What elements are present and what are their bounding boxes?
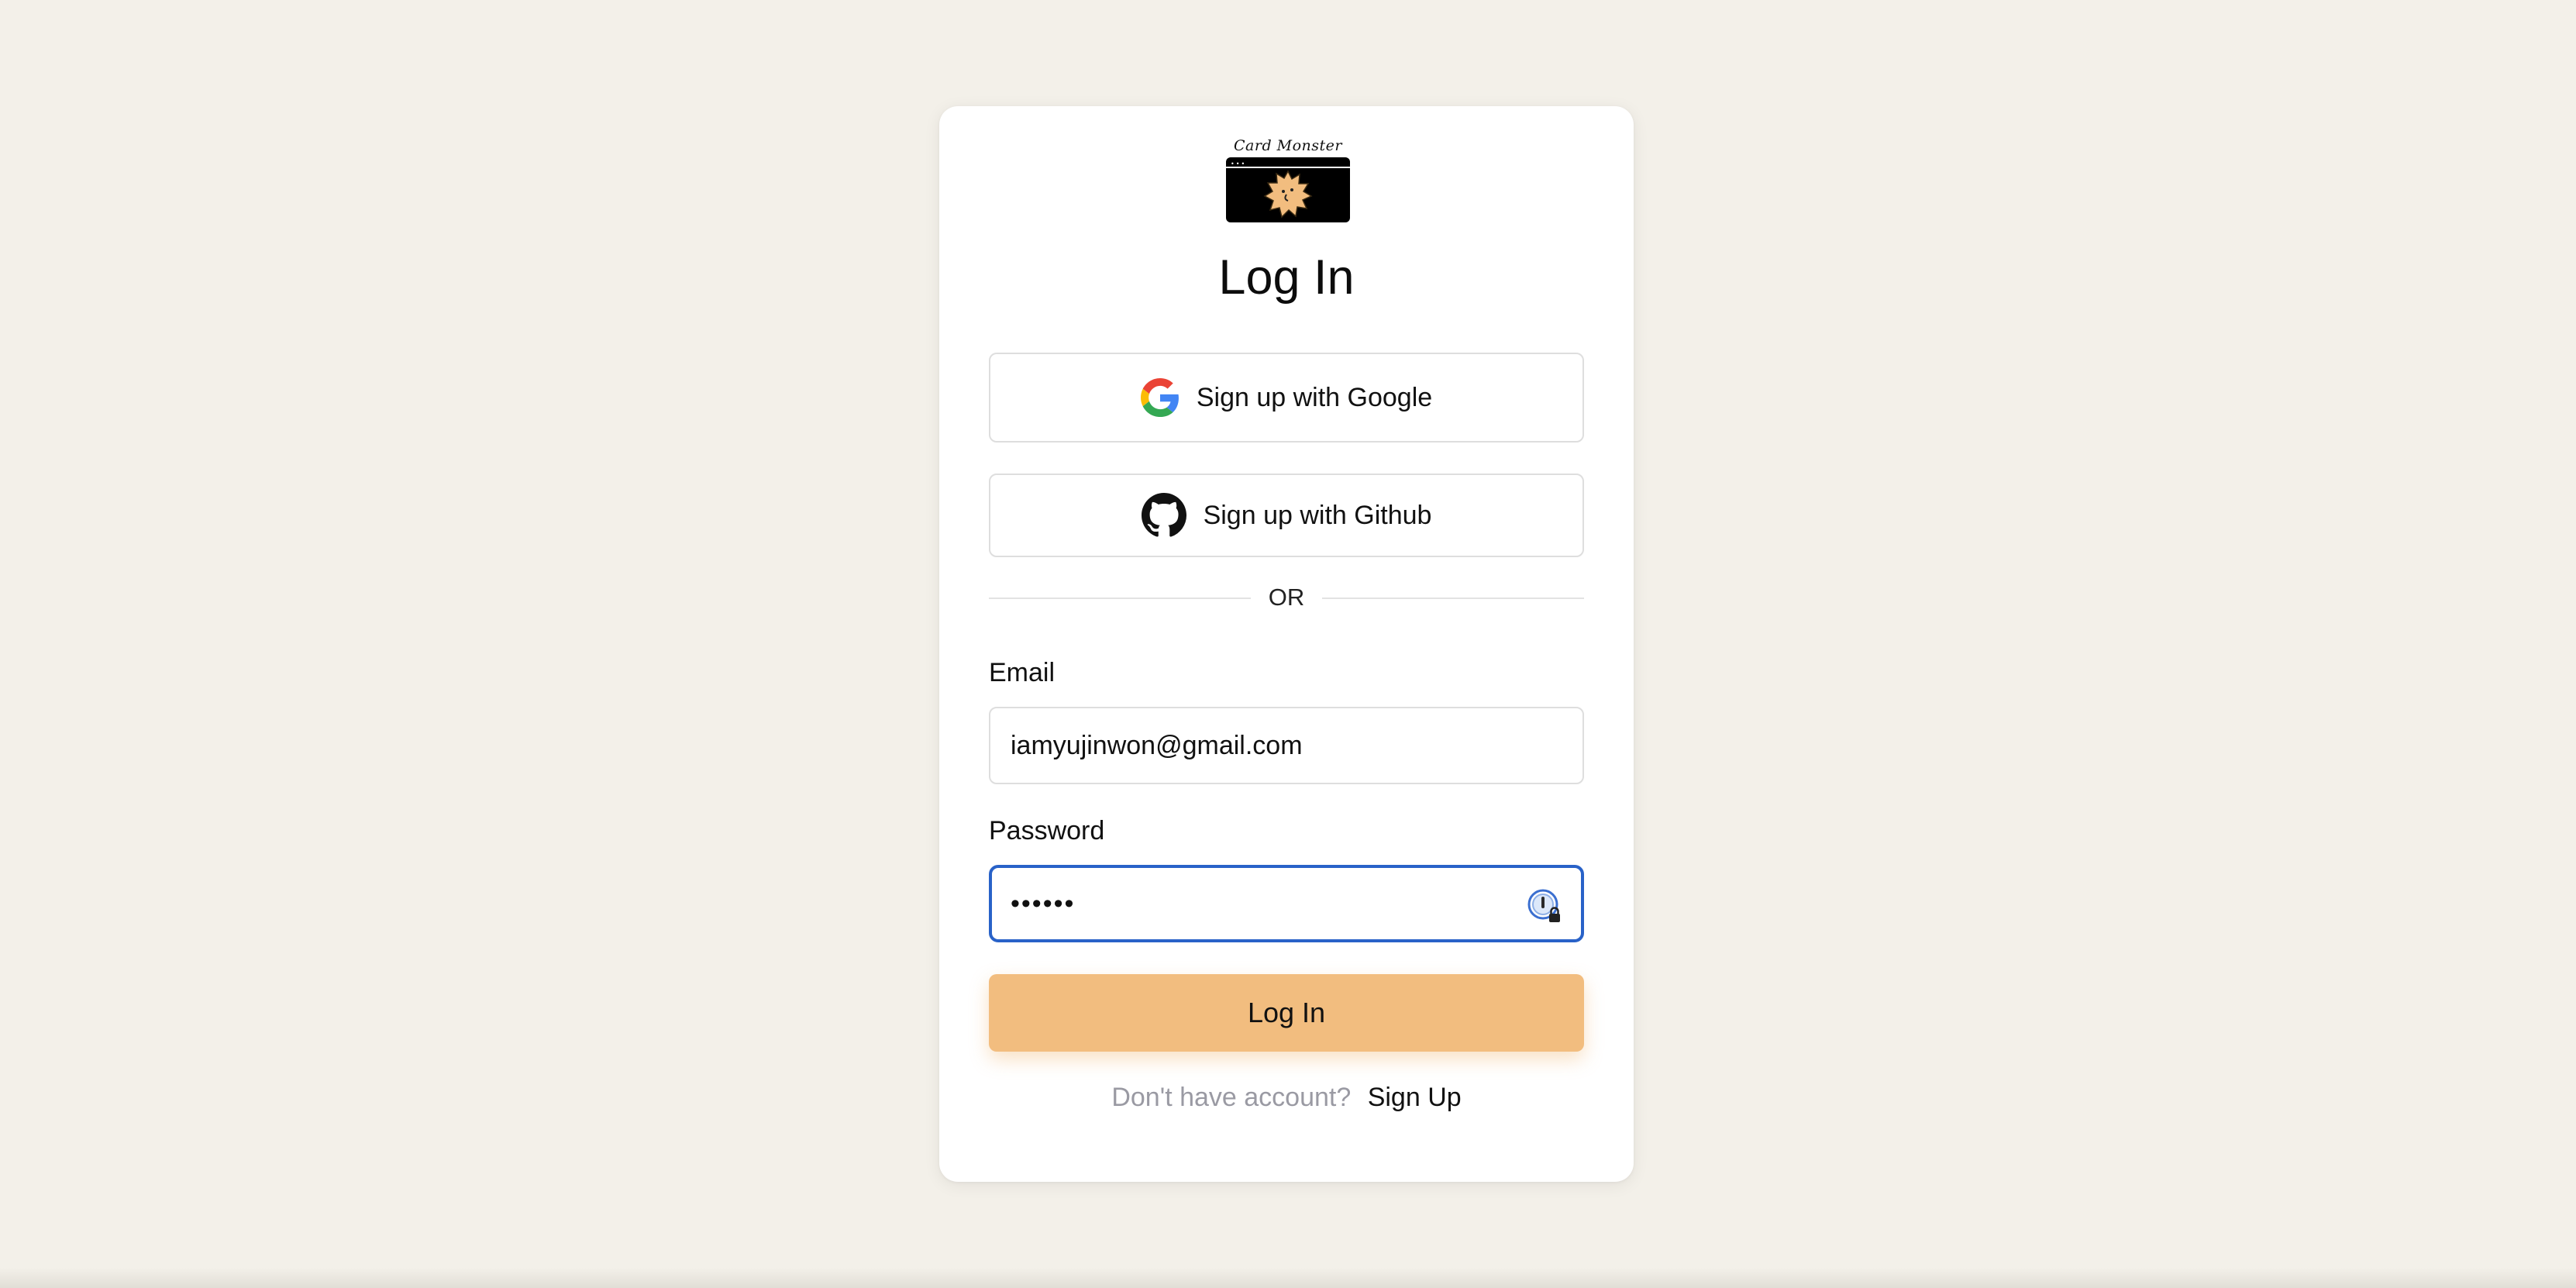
logo-text: Card Monster xyxy=(1234,137,1342,154)
signup-question: Don't have account? xyxy=(1111,1083,1352,1112)
logo-window: ••• xyxy=(1226,157,1350,222)
email-label: Email xyxy=(989,658,1056,687)
password-manager-icon[interactable] xyxy=(1527,887,1564,925)
sign-up-github-button[interactable]: Sign up with Github xyxy=(989,474,1584,557)
github-icon xyxy=(1141,493,1186,537)
page-title: Log In xyxy=(1218,250,1355,305)
divider-line-right xyxy=(1322,598,1584,599)
google-button-label: Sign up with Google xyxy=(1196,382,1433,412)
sign-up-google-button[interactable]: Sign up with Google xyxy=(989,353,1584,443)
login-card: Card Monster ••• Log In Sign up with Goo… xyxy=(939,106,1634,1182)
page-background: Card Monster ••• Log In Sign up with Goo… xyxy=(0,0,2576,1288)
signup-prompt: Don't have account? Sign Up xyxy=(939,1083,1634,1113)
log-in-button[interactable]: Log In xyxy=(989,974,1584,1052)
password-label: Password xyxy=(989,816,1105,845)
sign-up-link[interactable]: Sign Up xyxy=(1368,1083,1462,1112)
google-icon xyxy=(1140,378,1179,417)
card-monster-logo: Card Monster ••• xyxy=(1224,137,1352,224)
monster-icon xyxy=(1263,170,1313,219)
or-divider: OR xyxy=(989,582,1584,613)
password-field[interactable] xyxy=(989,865,1584,942)
email-field[interactable] xyxy=(989,707,1584,784)
github-button-label: Sign up with Github xyxy=(1203,500,1432,530)
